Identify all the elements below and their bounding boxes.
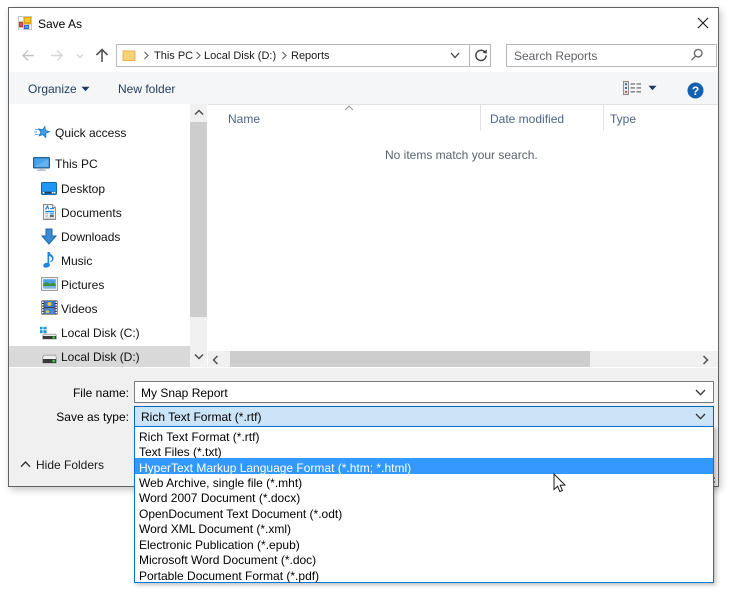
svg-text:?: ? xyxy=(692,84,699,98)
